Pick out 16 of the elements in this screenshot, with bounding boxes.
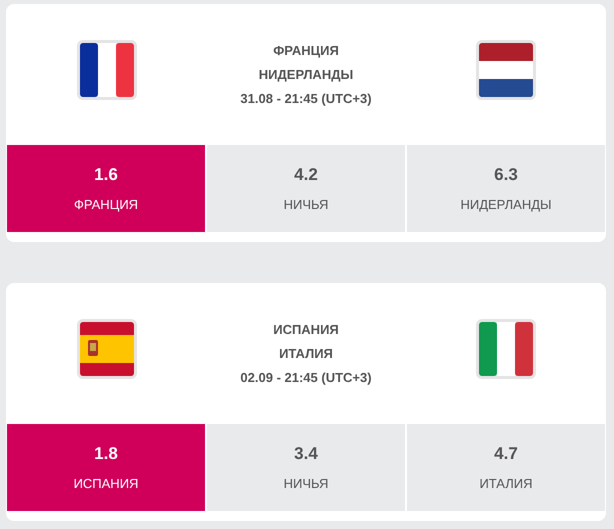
odds-button[interactable]: 4.7 ИТАЛИЯ (407, 424, 605, 511)
odds-button[interactable]: 1.6 ФРАНЦИЯ (7, 145, 205, 232)
team-name: ИСПАНИЯ (273, 322, 339, 337)
team-name: ИТАЛИЯ (279, 346, 333, 361)
odds-button[interactable]: 3.4 НИЧЬЯ (207, 424, 405, 511)
flag-icon (76, 318, 138, 380)
flag-icon (474, 38, 536, 100)
match-time: 02.09 - 21:45 (UTC+3) (240, 370, 372, 385)
odds-button[interactable]: 1.8 ИСПАНИЯ (7, 424, 205, 511)
team-name: ФРАНЦИЯ (273, 43, 339, 58)
match-time: 31.08 - 21:45 (UTC+3) (240, 91, 372, 106)
odds-button[interactable]: 4.2 НИЧЬЯ (207, 145, 405, 232)
team-name: НИДЕРЛАНДЫ (258, 67, 354, 82)
flag-icon (474, 318, 536, 380)
flag-icon (76, 38, 138, 100)
odds-button[interactable]: 6.3 НИДЕРЛАНДЫ (407, 145, 605, 232)
